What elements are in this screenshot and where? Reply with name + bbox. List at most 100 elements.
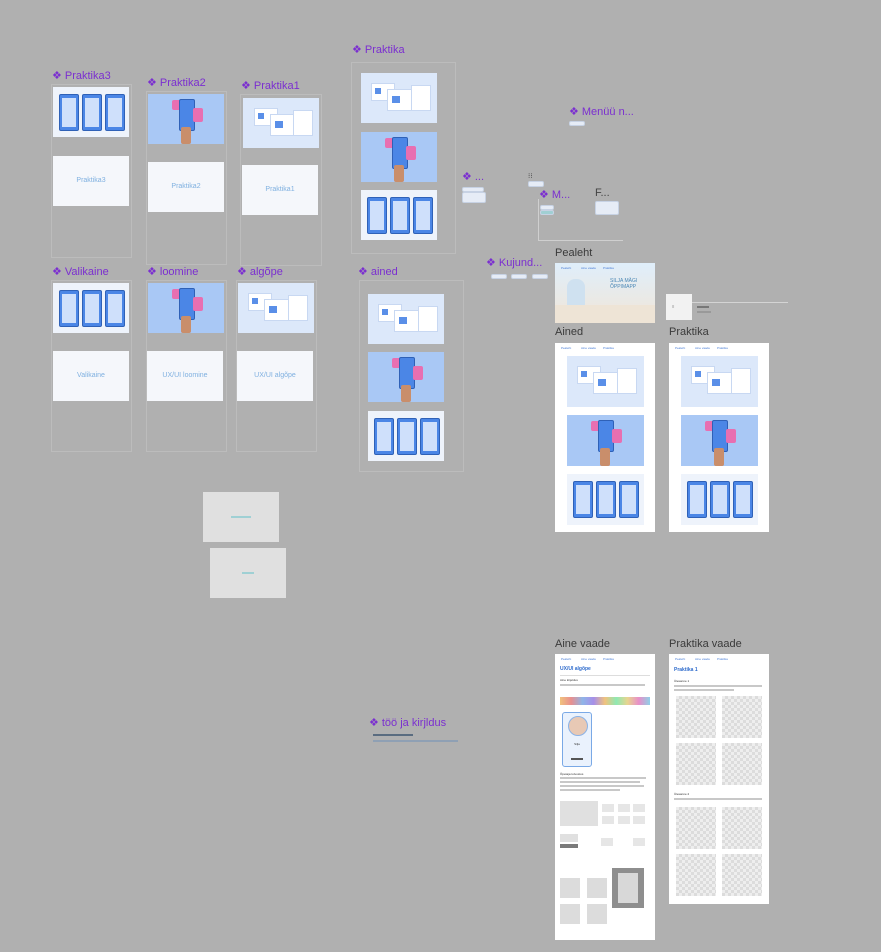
thumb-windows-ained[interactable]	[368, 294, 444, 344]
nav-item[interactable]: Praktika	[603, 266, 614, 270]
page-title: UX/UI algõpe	[560, 666, 591, 672]
placeholder-frame[interactable]	[203, 492, 279, 542]
shape-chip[interactable]	[532, 274, 548, 279]
phone-mockup	[105, 290, 125, 327]
pink-card	[726, 429, 736, 443]
nav-item[interactable]: Aine vaade	[695, 346, 710, 350]
thumb-phone-hand-ained[interactable]	[368, 352, 444, 402]
nav-item[interactable]: Pealeht	[561, 657, 571, 661]
component-label-praktika1[interactable]: ❖ Praktika1	[241, 79, 300, 92]
nav-item[interactable]: Aine vaade	[695, 657, 710, 661]
frame-aine-vaade[interactable]: Pealeht Aine vaade Praktika UX/UI algõpe…	[555, 654, 655, 940]
divider	[560, 675, 650, 676]
thumb-hover-valikaine[interactable]: Valikaine	[53, 351, 129, 401]
component-icon: ❖	[241, 80, 251, 92]
component-label-kujund[interactable]: ❖ Kujund...	[486, 256, 542, 269]
aine-card-phones[interactable]	[567, 474, 644, 525]
logo-frame[interactable]: ≡	[666, 294, 692, 320]
icon-chip[interactable]	[528, 181, 544, 187]
thumb-hover-praktika3[interactable]: Praktika3	[53, 156, 129, 206]
thumb-windows-algope[interactable]	[238, 283, 314, 333]
frame-label-ained[interactable]: Ained	[555, 326, 583, 338]
shape-chip[interactable]	[491, 274, 507, 279]
aine-card-phone-hand[interactable]	[567, 415, 644, 466]
nav-item[interactable]: Praktika	[717, 346, 728, 350]
aine-card-windows[interactable]	[567, 356, 644, 407]
logo-text: ≡	[672, 304, 675, 309]
nav-item[interactable]: Praktika	[717, 657, 728, 661]
hero-beach	[555, 305, 655, 323]
component-label-ained[interactable]: ❖ ained	[358, 265, 398, 278]
menu-chip-active[interactable]	[540, 210, 554, 215]
menu-item-chip[interactable]	[569, 121, 585, 126]
dropdown-list[interactable]	[462, 192, 486, 203]
thumb-hover-loomine[interactable]: UX/UI loomine	[147, 351, 223, 401]
component-label-menu[interactable]: ❖ Menüü n...	[569, 105, 634, 118]
nav-item[interactable]: Pealeht	[561, 346, 571, 350]
grid-dots-icon[interactable]: ⁝⁝	[528, 172, 532, 180]
praktika-card-phone-hand[interactable]	[681, 415, 758, 466]
thumb-windows-praktika[interactable]	[361, 73, 437, 123]
hand	[181, 316, 191, 333]
component-label-m[interactable]: ❖ M...	[539, 188, 570, 201]
thumb-phones-praktika3[interactable]	[53, 87, 129, 137]
component-label-loomine[interactable]: ❖ loomine	[147, 265, 198, 278]
thumb-hover-praktika2[interactable]: Praktika2	[148, 162, 224, 212]
thumb-title: Valikaine	[77, 372, 105, 379]
component-label-f[interactable]: F...	[595, 187, 610, 199]
thumb-phone-hand-praktika2[interactable]	[148, 94, 224, 144]
nav-item[interactable]: Aine vaade	[581, 266, 596, 270]
frame-label-aine-vaade[interactable]: Aine vaade	[555, 638, 610, 650]
frame-label-pealeht[interactable]: Pealeht	[555, 247, 592, 259]
component-label-dot[interactable]: ❖...	[462, 170, 484, 183]
social-icons[interactable]	[571, 758, 583, 760]
frame-label-praktika[interactable]: Praktika	[669, 326, 709, 338]
thumb-hover-algope[interactable]: UX/UI algõpe	[237, 351, 313, 401]
thumb-phones-valikaine[interactable]	[53, 283, 129, 333]
wireframe-square	[560, 878, 580, 898]
thumb-hover-praktika1[interactable]: Praktika1	[242, 165, 318, 215]
thumb-phone-hand-praktika[interactable]	[361, 132, 437, 182]
component-label-praktika3[interactable]: ❖ Praktika3	[52, 69, 111, 82]
thumb-title: Praktika3	[76, 177, 106, 184]
teacher-card[interactable]: Silja	[562, 712, 592, 767]
wireframe-box	[633, 804, 645, 812]
frame-ained[interactable]: Pealeht Aine vaade Praktika	[555, 343, 655, 532]
thumb-phone-hand-loomine[interactable]	[148, 283, 224, 333]
thumb-phones-ained[interactable]	[368, 411, 444, 461]
phone-mockup	[420, 418, 440, 455]
component-label-valikaine[interactable]: ❖ Valikaine	[52, 265, 109, 278]
component-icon: ❖	[358, 266, 368, 278]
form-chip[interactable]	[595, 201, 619, 215]
text-line	[674, 689, 734, 691]
praktika-card-phones[interactable]	[681, 474, 758, 525]
window-mockup	[411, 85, 431, 111]
thumb-phones-praktika[interactable]	[361, 190, 437, 240]
placeholder-frame[interactable]	[210, 548, 286, 598]
frame-praktika[interactable]: Pealeht Aine vaade Praktika	[669, 343, 769, 532]
nav-item[interactable]: Praktika	[603, 346, 614, 350]
nav-item[interactable]: Aine vaade	[581, 346, 596, 350]
component-icon: ❖	[147, 77, 157, 89]
nav-item[interactable]: Pealeht	[561, 266, 571, 270]
component-label-too[interactable]: ❖ töö ja kirjldus	[369, 716, 446, 729]
page-title: Praktika 1	[674, 667, 698, 673]
praktika-card-windows[interactable]	[681, 356, 758, 407]
shape-chip[interactable]	[511, 274, 527, 279]
component-label-praktika[interactable]: ❖ Praktika	[352, 43, 405, 56]
thumb-windows-praktika1[interactable]	[243, 98, 319, 148]
description-title-line	[373, 734, 413, 736]
frame-praktika-vaade[interactable]: Pealeht Aine vaade Praktika Praktika 1 Ü…	[669, 654, 769, 904]
frame-pealeht[interactable]: Pealeht Aine vaade Praktika SILJA MÄGI Õ…	[555, 263, 655, 323]
image-placeholder	[722, 743, 762, 785]
phone-mockup	[82, 94, 102, 131]
component-label-praktika2[interactable]: ❖ Praktika2	[147, 76, 206, 89]
frame-label-praktika-vaade[interactable]: Praktika vaade	[669, 638, 742, 650]
hand	[181, 127, 191, 144]
nav-item[interactable]: Praktika	[603, 657, 614, 661]
section-heading: Õpetaja tutvustus	[560, 772, 584, 776]
component-label-algope[interactable]: ❖ algõpe	[237, 265, 283, 278]
nav-item[interactable]: Pealeht	[675, 346, 685, 350]
nav-item[interactable]: Aine vaade	[581, 657, 596, 661]
nav-item[interactable]: Pealeht	[675, 657, 685, 661]
